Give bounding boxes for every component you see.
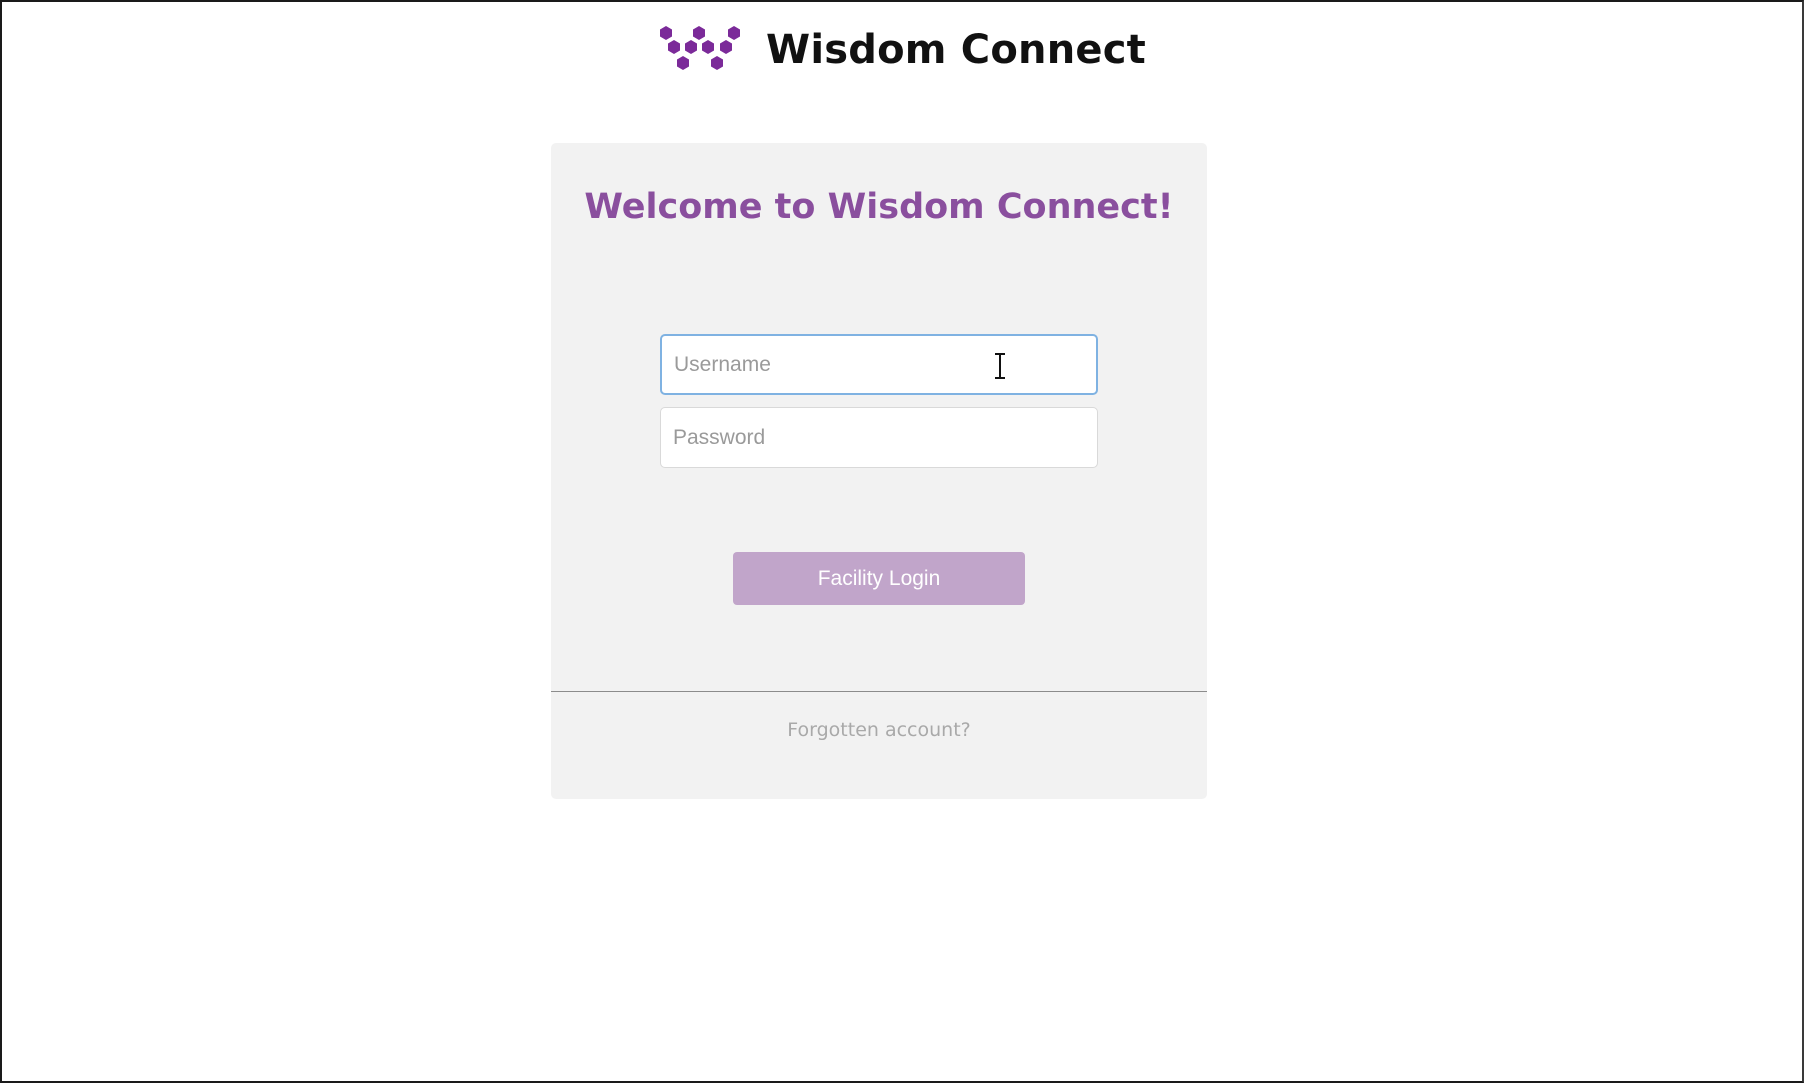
forgotten-account-link[interactable]: Forgotten account? [551,719,1207,741]
hexagon-cluster-logo-icon [660,26,741,70]
facility-login-button[interactable]: Facility Login [733,552,1025,605]
browser-viewport: Wisdom Connect Welcome to Wisdom Connect… [0,0,1804,1083]
brand: Wisdom Connect [658,24,1146,76]
card-divider [551,691,1207,692]
password-input[interactable] [660,407,1098,468]
login-card: Welcome to Wisdom Connect! Facility Logi… [551,143,1207,799]
welcome-heading: Welcome to Wisdom Connect! [584,187,1174,227]
app-title: Wisdom Connect [766,27,1146,73]
username-input[interactable] [660,334,1098,395]
page-header: Wisdom Connect [2,20,1802,80]
